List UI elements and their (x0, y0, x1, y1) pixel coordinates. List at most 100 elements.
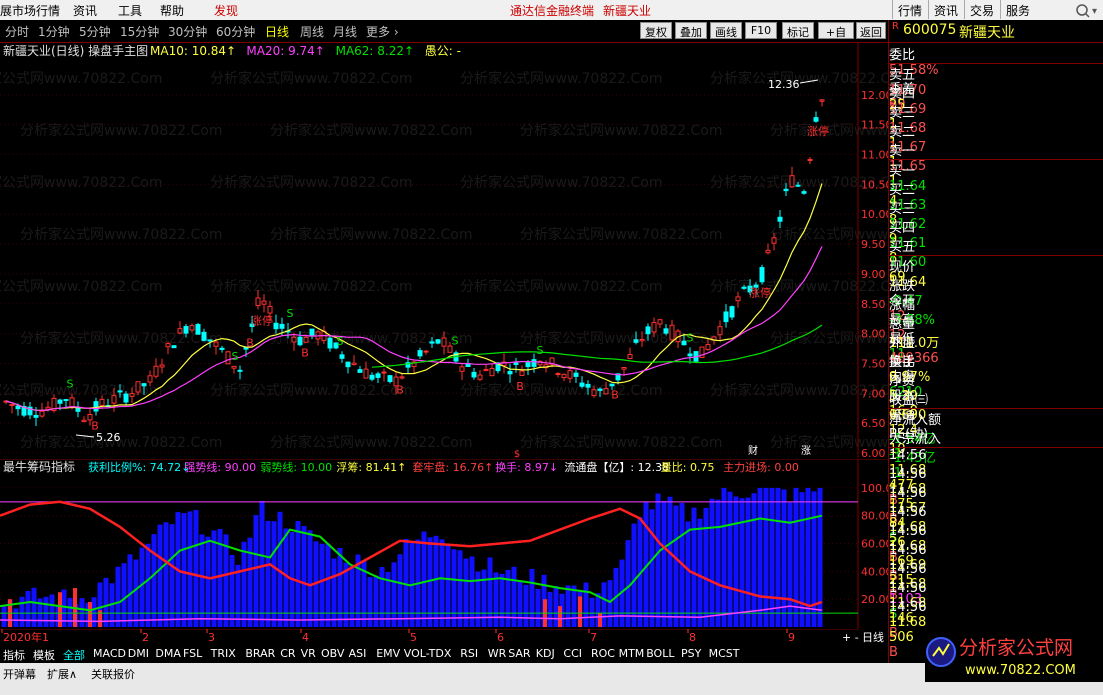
indicator-tab[interactable]: ASI (349, 647, 367, 660)
candle-body[interactable] (345, 361, 351, 368)
candle-body[interactable] (573, 372, 579, 377)
menu-hot-item[interactable]: 发现 (214, 2, 238, 19)
chip-indicator-chart[interactable]: 最牛筹码指标 获利比例%: 74.72↓强势线: 90.00 弱势线: 10.00 浮… (0, 459, 888, 629)
candle-body[interactable] (63, 399, 69, 402)
period-tab[interactable]: 分时 (5, 23, 29, 40)
chart-tool-button[interactable]: +自选 (818, 22, 854, 55)
candle-body[interactable] (489, 367, 495, 377)
indicator-tab[interactable]: RSI (460, 647, 478, 660)
menu-item[interactable]: 展市场行情 (0, 2, 60, 19)
indicator-tab[interactable]: BRAR (245, 647, 275, 660)
indicator-tab[interactable]: KDJ (536, 647, 555, 660)
indicator-tab[interactable]: SAR (508, 647, 530, 660)
indicator-tab[interactable]: CCI (563, 647, 582, 660)
candle-body[interactable] (741, 286, 747, 289)
candle-body[interactable] (483, 368, 489, 372)
candle-body[interactable] (57, 399, 63, 404)
candle-body[interactable] (351, 362, 357, 366)
candle-body[interactable] (657, 319, 663, 325)
bottom-button[interactable]: 开弹幕 (3, 666, 36, 682)
candle-body[interactable] (429, 341, 435, 344)
candle-body[interactable] (723, 311, 729, 323)
indicator-tab[interactable]: DMI (128, 647, 149, 660)
candle-body[interactable] (201, 331, 207, 341)
indicator-tab[interactable]: 模板 (33, 647, 55, 663)
indicator-tab[interactable]: 指标 (3, 647, 25, 663)
candle-body[interactable] (717, 326, 723, 336)
period-tab[interactable]: 日线 (265, 23, 289, 40)
indicator-tab[interactable]: MCST (709, 647, 740, 660)
candle-body[interactable] (357, 369, 363, 373)
indicator-tab[interactable]: BOLL (646, 647, 674, 660)
indicator-tab[interactable]: FSL (183, 647, 202, 660)
candle-body[interactable] (477, 374, 483, 380)
candle-body[interactable] (123, 393, 129, 403)
period-tab[interactable]: 更多 › (366, 23, 399, 40)
menu-hot-item[interactable]: 通达信金融终端 (510, 2, 594, 19)
candle-body[interactable] (681, 340, 687, 346)
candle-body[interactable] (375, 373, 381, 378)
candle-body[interactable] (45, 406, 51, 410)
candle-body[interactable] (417, 350, 423, 357)
candle-body[interactable] (171, 345, 177, 349)
candle-body[interactable] (651, 322, 657, 333)
chart-tool-button[interactable]: 返回 (856, 22, 886, 39)
candle-body[interactable] (591, 389, 597, 397)
candle-body[interactable] (579, 382, 585, 387)
candle-body[interactable] (225, 351, 231, 365)
candle-body[interactable] (639, 338, 645, 342)
candle-body[interactable] (585, 383, 591, 388)
candle-body[interactable] (363, 368, 369, 379)
candle-body[interactable] (159, 364, 165, 368)
candle-body[interactable] (669, 324, 675, 341)
candle-body[interactable] (129, 393, 135, 397)
candle-body[interactable] (645, 326, 651, 335)
candle-body[interactable] (567, 370, 573, 379)
indicator-tab[interactable]: MTM (619, 647, 645, 660)
candle-body[interactable] (771, 237, 777, 244)
candle-body[interactable] (9, 404, 15, 407)
candle-body[interactable] (621, 366, 627, 370)
candle-body[interactable] (99, 398, 105, 406)
candle-body[interactable] (663, 328, 669, 334)
top-right-button[interactable]: 资讯 (928, 0, 963, 19)
candle-body[interactable] (435, 339, 441, 344)
candle-body[interactable] (117, 390, 123, 393)
candle-body[interactable] (213, 341, 219, 347)
chart-tool-button[interactable]: F10 (745, 22, 777, 39)
candle-body[interactable] (273, 322, 279, 330)
candle-body[interactable] (93, 401, 99, 412)
candle-body[interactable] (801, 191, 807, 194)
top-right-button[interactable]: 服务 (1000, 0, 1035, 19)
candle-body[interactable] (759, 267, 765, 283)
candle-body[interactable] (153, 365, 159, 377)
menu-item[interactable]: 帮助 (160, 2, 184, 19)
candle-body[interactable] (267, 305, 273, 314)
indicator-tab[interactable]: TRIX (211, 647, 236, 660)
candle-body[interactable] (555, 373, 561, 376)
candle-body[interactable] (81, 419, 87, 423)
period-tab[interactable]: 月线 (333, 23, 357, 40)
top-right-button[interactable]: 交易 (964, 0, 999, 19)
candle-body[interactable] (441, 337, 447, 347)
candle-body[interactable] (735, 296, 741, 302)
candle-body[interactable] (513, 362, 519, 365)
main-kline-chart[interactable]: 分析家公式网www.70822.Com 分析家公式网www.70822.Com 分析… (0, 43, 888, 458)
candle-body[interactable] (597, 388, 603, 391)
candle-body[interactable] (339, 354, 345, 359)
period-tab[interactable]: 周线 (300, 23, 324, 40)
candle-body[interactable] (627, 353, 633, 360)
candle-body[interactable] (777, 216, 783, 222)
candle-body[interactable] (765, 249, 771, 254)
candle-body[interactable] (135, 381, 141, 393)
candle-body[interactable] (195, 323, 201, 335)
candle-body[interactable] (423, 350, 429, 353)
chart-tool-button[interactable]: 画线 (710, 22, 742, 39)
period-tab[interactable]: 5分钟 (79, 23, 111, 40)
top-right-button[interactable]: 行情 (892, 0, 927, 19)
indicator-tab[interactable]: OBV (321, 647, 344, 660)
candle-body[interactable] (141, 383, 147, 387)
window-controls[interactable]: ▾ (1072, 0, 1103, 19)
candle-body[interactable] (39, 410, 45, 417)
candle-body[interactable] (207, 339, 213, 342)
